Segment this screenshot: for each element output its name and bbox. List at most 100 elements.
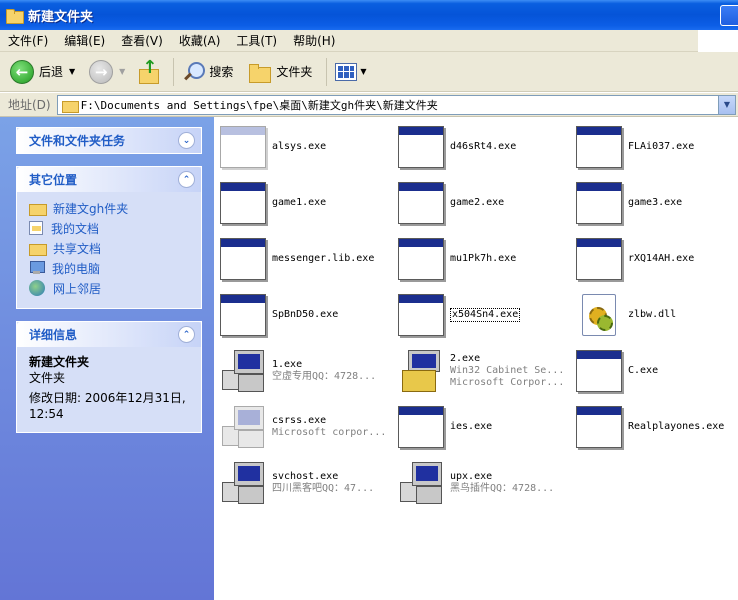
forward-dropdown-icon[interactable]: ▼: [119, 67, 125, 76]
minimize-button[interactable]: [720, 5, 738, 26]
place-label: 新建文gh件夹: [53, 201, 129, 216]
file-item[interactable]: 1.exe 空虚专用QQ：4728...: [218, 347, 376, 395]
file-name: C.exe: [628, 365, 659, 376]
file-item[interactable]: mu1Pk7h.exe: [396, 235, 516, 283]
windows-logo-area: [698, 30, 738, 52]
title-bar: 新建文件夹: [0, 0, 738, 30]
collapse-icon[interactable]: ⌃: [178, 326, 195, 343]
place-item-shared-documents[interactable]: 共享文档: [29, 238, 191, 258]
expand-icon[interactable]: ⌄: [178, 132, 195, 149]
menu-view[interactable]: 查看(V): [121, 32, 163, 49]
my-computer-icon: [29, 261, 45, 275]
installer-computer-icon: [400, 462, 444, 506]
task-pane: 文件和文件夹任务 ⌄ 其它位置 ⌃ 新建文gh件夹 我的文档 共享文档 我的电脑…: [0, 117, 214, 600]
folder-icon: [61, 99, 79, 113]
address-bar: 地址(D) F:\Documents and Settings\fpe\桌面\新…: [0, 93, 738, 117]
places-list: 新建文gh件夹 我的文档 共享文档 我的电脑 网上邻居: [17, 192, 201, 308]
installer-computer-icon: [222, 462, 266, 506]
back-button[interactable]: ← 后退 ▼: [10, 56, 75, 88]
application-icon: [398, 238, 444, 280]
file-name: FLAi037.exe: [628, 141, 695, 152]
file-item[interactable]: messenger.lib.exe: [218, 235, 374, 283]
window-title: 新建文件夹: [28, 9, 94, 25]
file-item[interactable]: 2.exe Win32 Cabinet Se... Microsoft Corp…: [396, 347, 564, 395]
file-description: 四川黑客吧QQ：47...: [272, 483, 375, 494]
address-dropdown-button[interactable]: ▼: [718, 95, 735, 114]
file-name: Realplayones.exe: [628, 421, 725, 432]
file-name: upx.exe: [450, 471, 493, 482]
views-icon: [335, 62, 358, 81]
forward-button[interactable]: → ▼: [89, 56, 125, 88]
toolbar-separator: [173, 57, 175, 86]
file-name: rXQ14AH.exe: [628, 253, 695, 264]
file-name: csrss.exe: [272, 415, 327, 426]
back-dropdown-icon[interactable]: ▼: [69, 67, 75, 76]
file-item[interactable]: csrss.exe Microsoft corpor...: [218, 403, 386, 451]
file-item[interactable]: FLAi037.exe: [574, 123, 694, 171]
application-icon: [576, 238, 622, 280]
menu-edit[interactable]: 编辑(E): [64, 32, 105, 49]
place-item-parent-folder[interactable]: 新建文gh件夹: [29, 198, 191, 218]
places-panel-header[interactable]: 其它位置 ⌃: [17, 167, 201, 192]
application-icon: [398, 182, 444, 224]
file-item-selected[interactable]: x504Sn4.exe: [396, 291, 521, 339]
file-item[interactable]: ies.exe: [396, 403, 492, 451]
folders-label: 文件夹: [276, 65, 313, 79]
file-list: alsys.exe d46sRt4.exe FLAi037.exe game1.…: [214, 117, 738, 600]
file-item[interactable]: game1.exe: [218, 179, 326, 227]
place-item-my-computer[interactable]: 我的电脑: [29, 258, 191, 278]
network-icon: [29, 280, 45, 296]
menu-bar: 文件(F) 编辑(E) 查看(V) 收藏(A) 工具(T) 帮助(H): [0, 30, 738, 52]
file-name: SpBnD50.exe: [272, 309, 339, 320]
installer-computer-icon: [222, 406, 266, 450]
menu-tools[interactable]: 工具(T): [236, 32, 277, 49]
address-label: 地址(D): [8, 98, 51, 112]
file-item[interactable]: rXQ14AH.exe: [574, 235, 694, 283]
up-button[interactable]: [137, 56, 160, 88]
file-name: mu1Pk7h.exe: [450, 253, 517, 264]
detail-type: 文件夹: [29, 371, 66, 385]
file-description: Microsoft corpor...: [272, 427, 387, 438]
file-item[interactable]: svchost.exe 四川黑客吧QQ：47...: [218, 459, 374, 507]
detail-modified: 修改日期: 2006年12月31日,: [29, 391, 186, 405]
file-item[interactable]: C.exe: [574, 347, 658, 395]
file-name: 2.exe: [450, 353, 481, 364]
file-name: game2.exe: [450, 197, 505, 208]
folders-icon: [247, 62, 272, 83]
file-name: game1.exe: [272, 197, 327, 208]
dll-gear-icon: [582, 294, 616, 336]
place-item-my-documents[interactable]: 我的文档: [29, 218, 191, 238]
file-company: Microsoft Corpor...: [450, 377, 565, 388]
tasks-panel-header[interactable]: 文件和文件夹任务 ⌄: [17, 128, 201, 153]
file-item[interactable]: game3.exe: [574, 179, 682, 227]
file-item[interactable]: d46sRt4.exe: [396, 123, 516, 171]
file-name: game3.exe: [628, 197, 683, 208]
search-button[interactable]: 搜索: [182, 56, 233, 88]
application-icon: [576, 126, 622, 168]
place-label: 网上邻居: [53, 281, 102, 296]
file-item[interactable]: SpBnD50.exe: [218, 291, 338, 339]
folders-button[interactable]: 文件夹: [247, 56, 312, 88]
views-button[interactable]: ▼: [335, 56, 367, 88]
file-item[interactable]: upx.exe 黑鸟插件QQ：4728...: [396, 459, 554, 507]
place-label: 我的文档: [51, 221, 100, 236]
detail-modified-time: 12:54: [29, 407, 64, 421]
file-item[interactable]: alsys.exe: [218, 123, 326, 171]
views-dropdown-icon[interactable]: ▼: [360, 67, 366, 76]
file-item[interactable]: zlbw.dll: [574, 291, 676, 339]
places-panel: 其它位置 ⌃ 新建文gh件夹 我的文档 共享文档 我的电脑 网上邻居: [16, 166, 202, 309]
address-input[interactable]: F:\Documents and Settings\fpe\桌面\新建文gh件夹…: [56, 94, 736, 115]
details-panel-header[interactable]: 详细信息 ⌃: [17, 322, 201, 347]
file-name: d46sRt4.exe: [450, 141, 517, 152]
file-item[interactable]: Realplayones.exe: [574, 403, 724, 451]
installer-computer-icon: [222, 350, 266, 394]
place-item-network[interactable]: 网上邻居: [29, 278, 191, 298]
file-item[interactable]: game2.exe: [396, 179, 504, 227]
menu-favorites[interactable]: 收藏(A): [179, 32, 221, 49]
collapse-icon[interactable]: ⌃: [178, 171, 195, 188]
place-label: 共享文档: [53, 241, 102, 256]
menu-help[interactable]: 帮助(H): [293, 32, 335, 49]
application-icon: [576, 406, 622, 448]
back-arrow-icon: ←: [10, 59, 34, 84]
menu-file[interactable]: 文件(F): [8, 32, 48, 49]
